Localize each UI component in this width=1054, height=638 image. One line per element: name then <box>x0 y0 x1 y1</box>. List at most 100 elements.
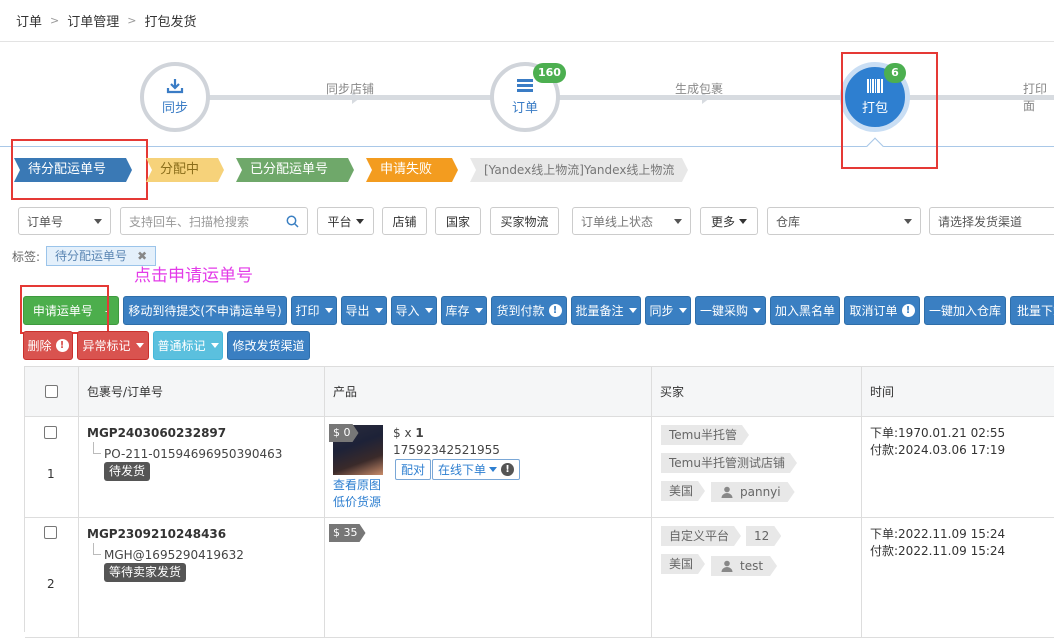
order-number[interactable]: MGH@1695290419632 <box>104 548 244 562</box>
user-icon <box>721 560 733 572</box>
cancel-order-label: 取消订单 <box>849 304 898 318</box>
warehouse-select[interactable]: 仓库 <box>767 207 921 235</box>
tab-assigning[interactable]: 分配中 (0) <box>146 158 224 182</box>
batch-remark-button[interactable]: 批量备注 <box>571 296 641 325</box>
buyer-country-chip: 美国 <box>661 554 705 574</box>
online-status-select[interactable]: 订单线上状态 <box>572 207 691 235</box>
platform-dropdown[interactable]: 平台 <box>317 207 374 235</box>
one-click-purchase-button[interactable]: 一键采购 <box>695 296 766 325</box>
workflow-order-label: 订单 <box>511 101 538 116</box>
caret-down-icon <box>753 308 761 313</box>
workflow-step-label: 生成包裹 <box>675 82 724 96</box>
normal-mark-button[interactable]: 普通标记 <box>153 331 223 360</box>
breadcrumb: 订单 > 订单管理 > 打包发货 <box>0 0 1054 42</box>
more-label: 更多 <box>710 214 735 229</box>
package-number[interactable]: MGP2309210248436 <box>87 527 226 541</box>
abnormal-mark-button[interactable]: 异常标记 <box>77 331 149 360</box>
price-tag: $ 35 <box>329 524 366 542</box>
workflow-sync-button[interactable]: 同步 <box>140 62 210 132</box>
batch-remark-label: 批量备注 <box>575 304 624 318</box>
search-input[interactable]: 支持回车、扫描枪搜索 <box>120 207 308 235</box>
buyer-logistics-button[interactable]: 买家物流 <box>490 207 559 235</box>
price-tag: $ 0 <box>329 424 359 442</box>
tab-assigned[interactable]: 已分配运单号 (1) <box>236 158 354 182</box>
caret-down-icon <box>94 218 102 224</box>
low-price-source-link[interactable]: 低价货源 <box>333 493 381 510</box>
add-to-warehouse-button[interactable]: 一键加入仓库 <box>924 296 1006 325</box>
highlight-box-tab <box>11 139 148 200</box>
sync-button[interactable]: 同步 <box>645 296 691 325</box>
order-number[interactable]: PO-211-01594696950390463 <box>104 447 282 461</box>
pay-time: 付款:2024.03.06 17:19 <box>870 443 1006 457</box>
view-original-image-link[interactable]: 查看原图 <box>333 476 381 493</box>
row-checkbox[interactable] <box>44 426 57 439</box>
tag-chip-text: 待分配运单号 <box>55 248 128 263</box>
tree-connector <box>93 543 101 555</box>
search-icon[interactable] <box>286 215 299 228</box>
sync-icon <box>166 79 184 94</box>
tab-apply-failed[interactable]: 申请失败 (0) <box>366 158 458 182</box>
move-to-pending-button[interactable]: 移动到待提交(不申请运单号) <box>123 296 287 325</box>
import-button[interactable]: 导入 <box>391 296 437 325</box>
exclamation-icon: ! <box>55 339 69 352</box>
caret-down-icon <box>210 343 219 348</box>
stock-button[interactable]: 库存 <box>441 296 487 325</box>
buyer-shop-chip: Temu半托管测试店铺 <box>661 453 797 473</box>
highlight-box-pack <box>841 52 938 169</box>
annotation-hint: 点击申请运单号 <box>134 266 253 286</box>
import-label: 导入 <box>395 304 420 318</box>
blacklist-button[interactable]: 加入黑名单 <box>770 296 840 325</box>
more-dropdown[interactable]: 更多 <box>700 207 758 235</box>
package-number[interactable]: MGP2403060232897 <box>87 426 226 440</box>
online-order-button[interactable]: 在线下单 ! <box>432 459 521 480</box>
country-button[interactable]: 国家 <box>435 207 481 235</box>
workflow-step-label: 同步店铺 <box>326 82 375 96</box>
exclamation-icon: ! <box>501 463 515 476</box>
buyer-shop-chip: 12 <box>746 526 781 546</box>
caret-down-icon <box>489 467 498 472</box>
caret-down-icon <box>135 343 144 348</box>
product-sku: 17592342521955 <box>393 443 500 457</box>
delete-button[interactable]: 删除! <box>23 331 73 360</box>
abnormal-mark-label: 异常标记 <box>82 339 131 353</box>
batch-download-button[interactable]: 批量下载 <box>1010 296 1054 325</box>
cancel-order-button[interactable]: 取消订单! <box>844 296 920 325</box>
buyer-username: test <box>740 559 764 573</box>
cod-label: 货到付款 <box>496 304 545 318</box>
status-badge: 待发货 <box>104 462 151 481</box>
exclamation-icon: ! <box>548 304 562 317</box>
pair-button[interactable]: 配对 <box>395 459 432 480</box>
channel-select[interactable]: 请选择发货渠道 <box>929 207 1054 235</box>
table-cell <box>325 518 652 638</box>
cod-button[interactable]: 货到付款! <box>491 296 567 325</box>
delete-label: 删除 <box>27 339 52 353</box>
order-time: 下单:2022.11.09 15:24 <box>870 527 1006 541</box>
quantity-value: 1 <box>415 426 424 440</box>
breadcrumb-item: 打包发货 <box>144 15 197 30</box>
modify-channel-button[interactable]: 修改发货渠道 <box>227 331 310 360</box>
caret-down-icon <box>674 218 682 224</box>
print-label: 打印 <box>295 304 320 318</box>
shop-button[interactable]: 店铺 <box>382 207 427 235</box>
breadcrumb-separator: > <box>50 14 60 27</box>
caret-down-icon <box>628 308 637 313</box>
order-no-select[interactable]: 订单号 <box>18 207 111 235</box>
buyer-platform-chip: 自定义平台 <box>661 526 741 546</box>
sync-label: 同步 <box>649 304 674 318</box>
export-button[interactable]: 导出 <box>341 296 387 325</box>
header-product: 产品 <box>325 367 652 417</box>
caret-down-icon <box>324 308 333 313</box>
select-all-checkbox[interactable] <box>45 385 58 398</box>
online-status-label: 订单线上状态 <box>581 214 654 229</box>
breadcrumb-item[interactable]: 订单管理 <box>67 11 119 30</box>
product-quantity: $ x 1 <box>393 426 424 440</box>
breadcrumb-item[interactable]: 订单 <box>16 11 42 30</box>
export-label: 导出 <box>345 304 370 318</box>
platform-label: 平台 <box>327 214 352 229</box>
print-button[interactable]: 打印 <box>291 296 337 325</box>
row-checkbox[interactable] <box>44 526 57 539</box>
tab-yandex[interactable]: [Yandex线上物流]Yandex线上物流 (1) <box>470 158 688 182</box>
tag-label: 标签: <box>12 249 41 264</box>
buyer-country-chip: 美国 <box>661 481 705 501</box>
user-icon <box>721 486 733 498</box>
